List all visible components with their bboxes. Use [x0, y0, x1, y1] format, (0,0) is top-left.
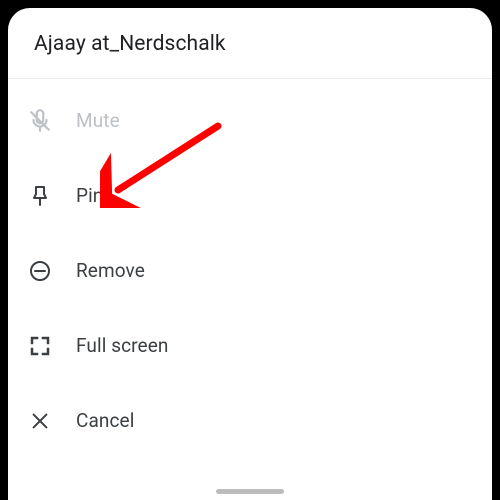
pin-icon: [20, 184, 60, 208]
menu-list: Mute Pin Remove: [8, 79, 492, 500]
menu-label-pin: Pin: [76, 184, 103, 207]
remove-circle-icon: [20, 259, 60, 283]
menu-item-mute: Mute: [8, 83, 492, 158]
fullscreen-icon: [20, 334, 60, 358]
menu-label-remove: Remove: [76, 259, 145, 282]
menu-item-fullscreen[interactable]: Full screen: [8, 308, 492, 383]
menu-label-cancel: Cancel: [76, 409, 134, 432]
menu-label-fullscreen: Full screen: [76, 334, 168, 357]
menu-label-mute: Mute: [76, 109, 120, 132]
action-sheet: Ajaay at_Nerdschalk Mute: [8, 8, 492, 500]
participant-name: Ajaay at_Nerdschalk: [34, 32, 466, 56]
menu-item-cancel[interactable]: Cancel: [8, 383, 492, 458]
menu-item-pin[interactable]: Pin: [8, 158, 492, 233]
mic-off-icon: [20, 108, 60, 134]
bottom-handle[interactable]: [216, 489, 284, 494]
sheet-header: Ajaay at_Nerdschalk: [8, 8, 492, 78]
close-icon: [20, 410, 60, 432]
menu-item-remove[interactable]: Remove: [8, 233, 492, 308]
